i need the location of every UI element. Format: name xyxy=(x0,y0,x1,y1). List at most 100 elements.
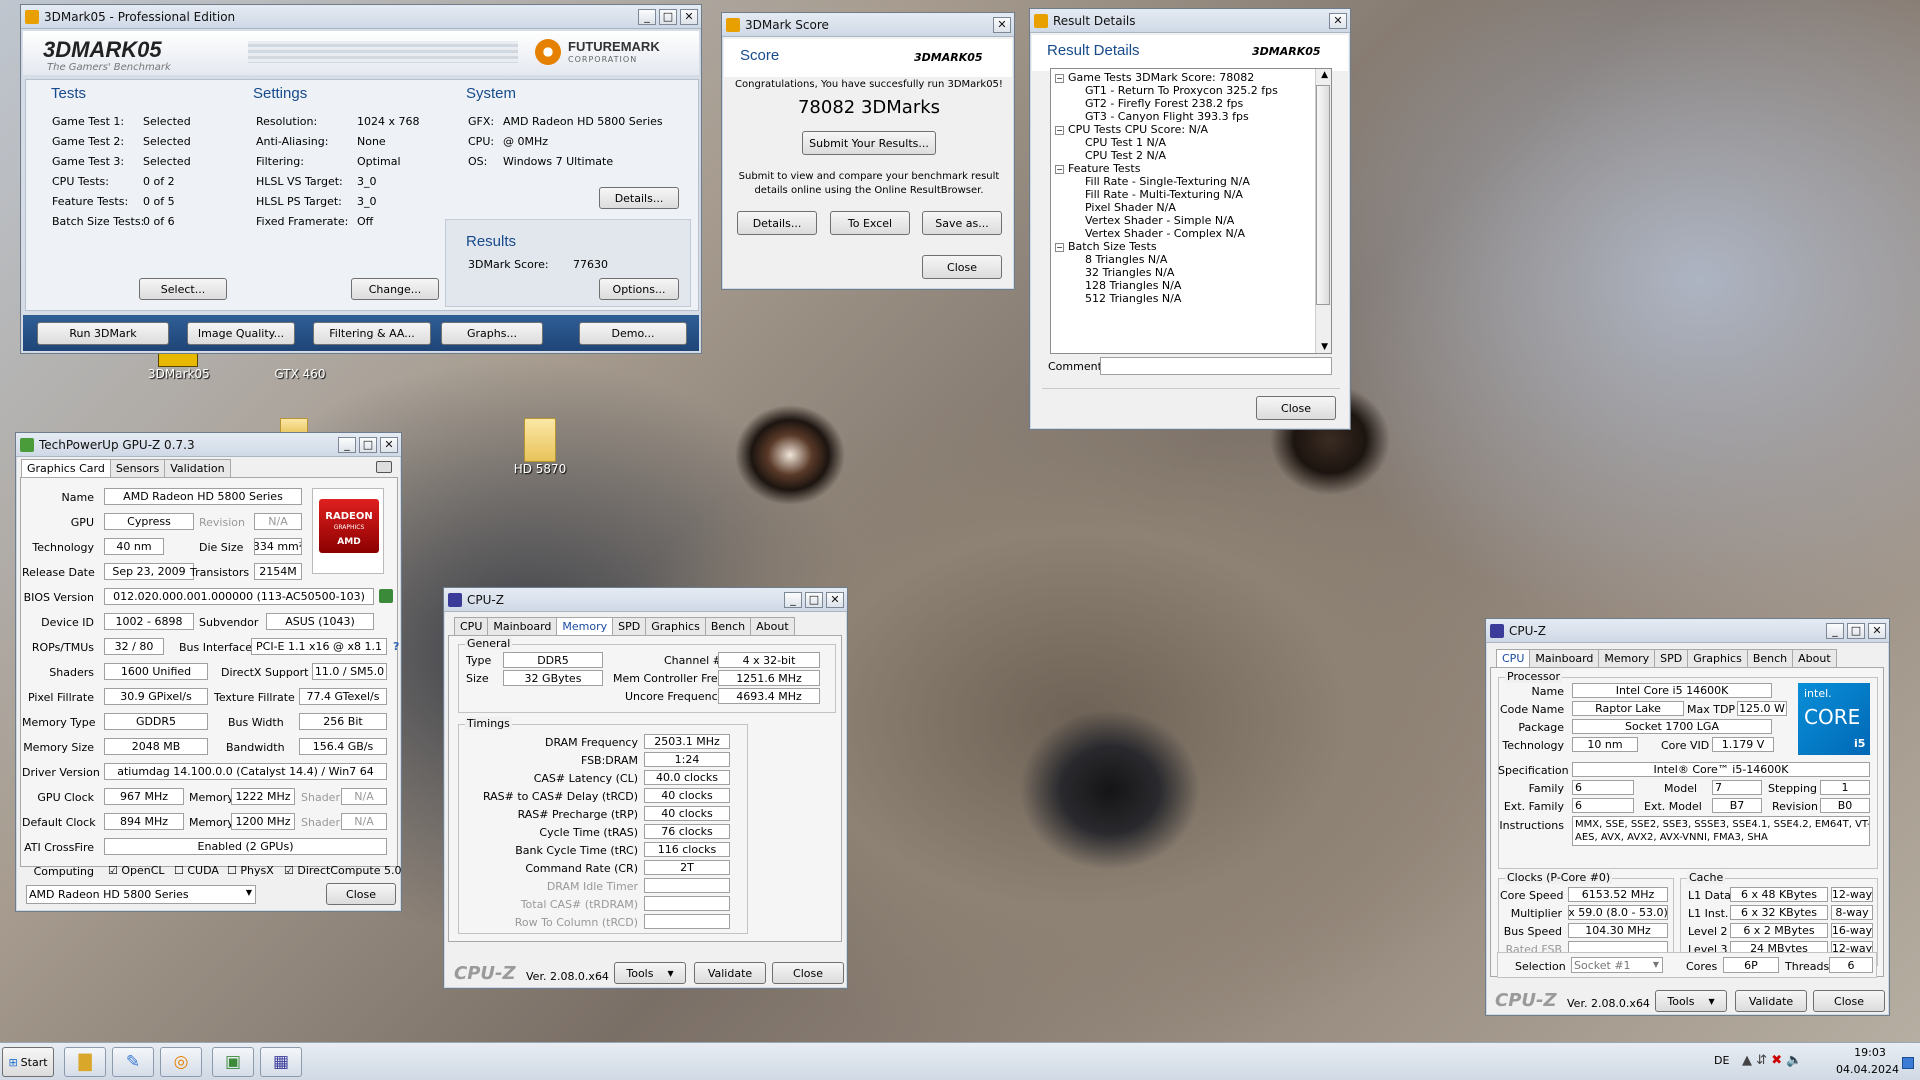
bottom-button-0[interactable]: Run 3DMark xyxy=(37,322,169,345)
details-button[interactable]: Details... xyxy=(599,187,679,209)
tree-item[interactable]: 512 Triangles N/A xyxy=(1055,292,1278,305)
tree-item[interactable]: − Feature Tests xyxy=(1055,162,1278,175)
gpuz-close-button[interactable]: Close xyxy=(326,883,396,905)
tab-bench[interactable]: Bench xyxy=(704,617,752,635)
desktop-icon-hd5870[interactable]: HD 5870 xyxy=(510,418,570,476)
tree-item[interactable]: CPU Test 1 N/A xyxy=(1055,136,1278,149)
scroll-thumb[interactable] xyxy=(1316,85,1330,305)
taskbar-cpuz[interactable]: ▦ xyxy=(260,1047,302,1077)
bottom-button-3[interactable]: Graphs... xyxy=(441,322,543,345)
tab-memory[interactable]: Memory xyxy=(1598,649,1656,667)
close-button[interactable]: ✕ xyxy=(826,591,844,608)
validate-button[interactable]: Validate xyxy=(694,962,766,984)
tab-bench[interactable]: Bench xyxy=(1746,649,1794,667)
tree-item[interactable]: GT2 - Firefly Forest 238.2 fps xyxy=(1055,97,1278,110)
tab-cpu[interactable]: CPU xyxy=(1496,649,1531,667)
tab-validation[interactable]: Validation xyxy=(164,459,231,477)
socket-dropdown[interactable]: Socket #1 ▼ xyxy=(1571,957,1663,973)
taskbar-paint[interactable]: ✎ xyxy=(112,1047,154,1077)
clock-time[interactable]: 19:03 xyxy=(1850,1046,1890,1059)
tab-cpu[interactable]: CPU xyxy=(454,617,489,635)
clock-date[interactable]: 04.04.2024 xyxy=(1836,1063,1899,1076)
language-indicator[interactable]: DE xyxy=(1714,1054,1729,1067)
details-close-button[interactable]: Close xyxy=(1256,396,1336,420)
collapse-icon[interactable]: − xyxy=(1055,242,1064,252)
maximize-button[interactable]: □ xyxy=(1847,622,1865,639)
tray-expand-icon[interactable]: ▲ xyxy=(1742,1053,1752,1068)
directcompute-checkbox[interactable]: ☑ DirectCompute 5.0 xyxy=(284,864,401,877)
show-desktop-button[interactable] xyxy=(1902,1057,1914,1069)
tab-spd[interactable]: SPD xyxy=(612,617,647,635)
change-button[interactable]: Change... xyxy=(351,278,439,300)
tab-graphics[interactable]: Graphics xyxy=(1687,649,1748,667)
tree-item[interactable]: 128 Triangles N/A xyxy=(1055,279,1278,292)
close-button[interactable]: ✕ xyxy=(993,16,1011,33)
taskbar-gpuz[interactable]: ▣ xyxy=(212,1047,254,1077)
scroll-up-arrow-icon[interactable]: ▲ xyxy=(1321,70,1328,80)
tree-item[interactable]: Vertex Shader - Complex N/A xyxy=(1055,227,1278,240)
close-button[interactable]: ✕ xyxy=(1329,12,1347,29)
bios-save-icon[interactable] xyxy=(379,589,393,603)
tab-about[interactable]: About xyxy=(1792,649,1837,667)
submit-results-button[interactable]: Submit Your Results... xyxy=(802,131,936,155)
tree-item[interactable]: 8 Triangles N/A xyxy=(1055,253,1278,266)
maximize-button[interactable]: □ xyxy=(659,8,677,25)
tools-button[interactable]: Tools ▼ xyxy=(1655,990,1727,1012)
minimize-button[interactable]: _ xyxy=(638,8,656,25)
tree-item[interactable]: Pixel Shader N/A xyxy=(1055,201,1278,214)
select-button[interactable]: Select... xyxy=(139,278,227,300)
score-close-button[interactable]: Close xyxy=(922,255,1002,279)
tab-about[interactable]: About xyxy=(750,617,795,635)
cpuz-close-button[interactable]: Close xyxy=(1813,990,1885,1012)
tree-item[interactable]: 32 Triangles N/A xyxy=(1055,266,1278,279)
maximize-button[interactable]: □ xyxy=(805,591,823,608)
collapse-icon[interactable]: − xyxy=(1055,125,1064,135)
collapse-icon[interactable]: − xyxy=(1055,164,1064,174)
options-button[interactable]: Options... xyxy=(599,278,679,300)
tree-item[interactable]: Fill Rate - Multi-Texturing N/A xyxy=(1055,188,1278,201)
bottom-button-1[interactable]: Image Quality... xyxy=(187,322,295,345)
close-button[interactable]: ✕ xyxy=(1868,622,1886,639)
tab-memory[interactable]: Memory xyxy=(556,617,614,635)
tab-spd[interactable]: SPD xyxy=(1654,649,1689,667)
physx-checkbox[interactable]: ☐ PhysX xyxy=(227,864,274,877)
close-button[interactable]: ✕ xyxy=(380,436,398,453)
save-as-button[interactable]: Save as... xyxy=(922,211,1002,235)
tab-mainboard[interactable]: Mainboard xyxy=(1529,649,1600,667)
taskbar-3dmark[interactable]: ◎ xyxy=(160,1047,202,1077)
minimize-button[interactable]: _ xyxy=(338,436,356,453)
scroll-down-arrow-icon[interactable]: ▼ xyxy=(1321,342,1328,352)
tree-item[interactable]: CPU Test 2 N/A xyxy=(1055,149,1278,162)
minimize-button[interactable]: _ xyxy=(784,591,802,608)
comment-input[interactable] xyxy=(1100,357,1332,375)
score-details-button[interactable]: Details... xyxy=(737,211,817,235)
tab-sensors[interactable]: Sensors xyxy=(109,459,166,477)
tree-item[interactable]: − Game Tests 3DMark Score: 78082 xyxy=(1055,71,1278,84)
tab-graphics-card[interactable]: Graphics Card xyxy=(21,459,111,477)
tray-icons[interactable]: ▲ ⇵ ✖ 🔈 xyxy=(1742,1053,1802,1068)
tools-button[interactable]: Tools ▼ xyxy=(614,962,686,984)
bottom-button-4[interactable]: Demo... xyxy=(579,322,687,345)
tree-item[interactable]: GT1 - Return To Proxycon 325.2 fps xyxy=(1055,84,1278,97)
camera-icon[interactable] xyxy=(376,461,392,473)
tree-item[interactable]: Vertex Shader - Simple N/A xyxy=(1055,214,1278,227)
cuda-checkbox[interactable]: ☐ CUDA xyxy=(174,864,219,877)
cpuz-close-button[interactable]: Close xyxy=(772,962,844,984)
gpu-select-dropdown[interactable]: AMD Radeon HD 5800 Series ▼ xyxy=(26,885,256,904)
collapse-icon[interactable]: − xyxy=(1055,73,1064,83)
validate-button[interactable]: Validate xyxy=(1735,990,1807,1012)
tab-graphics[interactable]: Graphics xyxy=(645,617,706,635)
tree-item[interactable]: − CPU Tests CPU Score: N/A xyxy=(1055,123,1278,136)
tab-mainboard[interactable]: Mainboard xyxy=(487,617,558,635)
bus-help-icon[interactable]: ? xyxy=(393,640,399,653)
minimize-button[interactable]: _ xyxy=(1826,622,1844,639)
tree-item[interactable]: GT3 - Canyon Flight 393.3 fps xyxy=(1055,110,1278,123)
opencl-checkbox[interactable]: ☑ OpenCL xyxy=(108,864,165,877)
start-button[interactable]: ⊞ Start xyxy=(2,1047,54,1077)
bottom-button-2[interactable]: Filtering & AA... xyxy=(313,322,431,345)
taskbar-explorer[interactable]: ▇ xyxy=(64,1047,106,1077)
maximize-button[interactable]: □ xyxy=(359,436,377,453)
tree-item[interactable]: − Batch Size Tests xyxy=(1055,240,1278,253)
to-excel-button[interactable]: To Excel xyxy=(830,211,910,235)
network-icon[interactable]: ⇵ xyxy=(1756,1053,1767,1068)
